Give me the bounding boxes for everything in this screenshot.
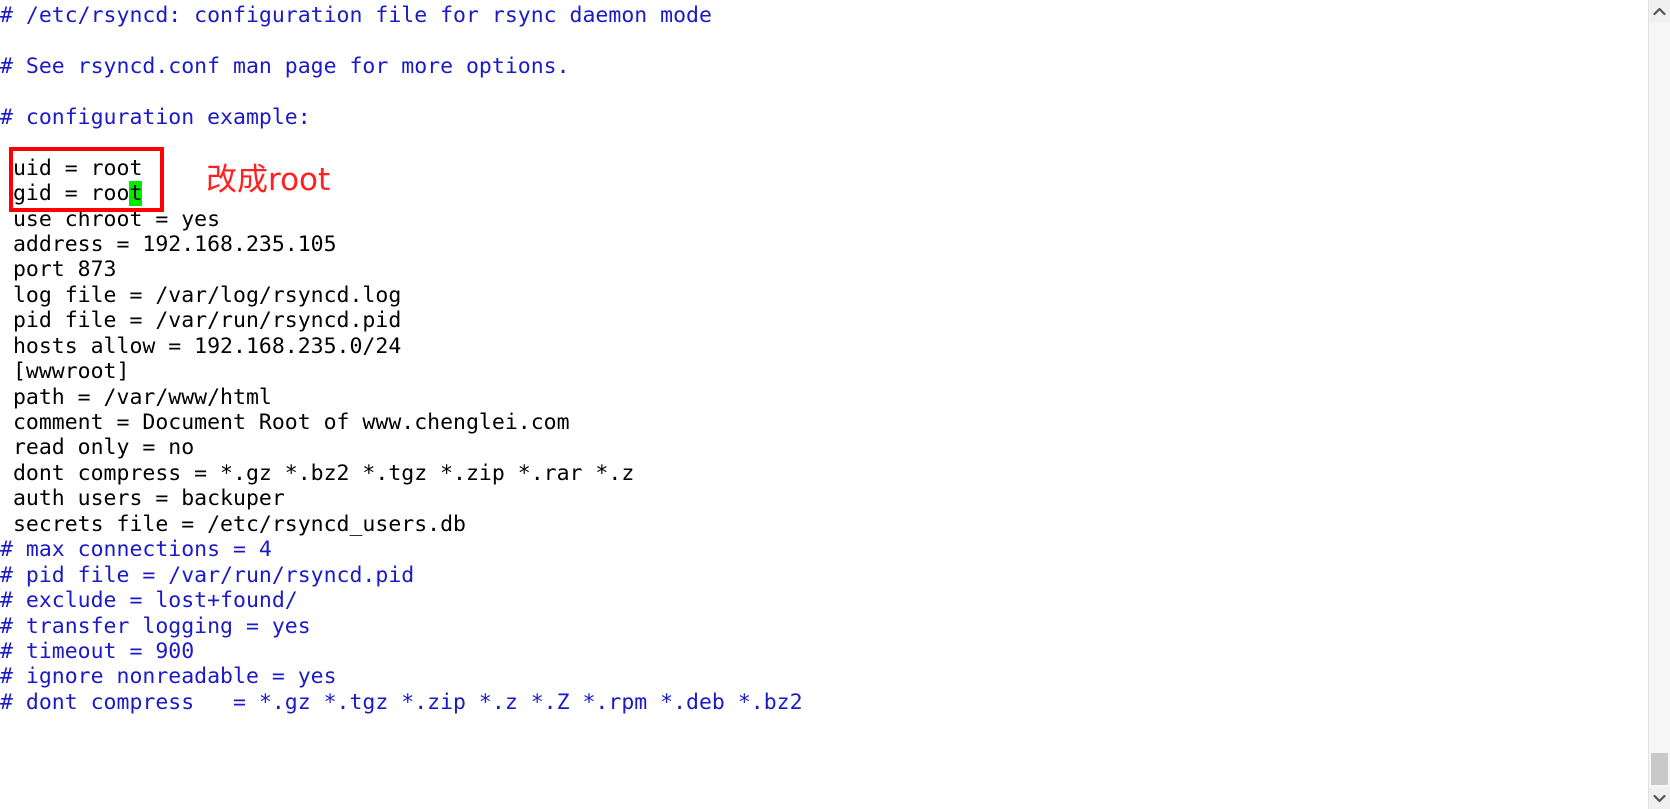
- text-cursor: t: [129, 181, 143, 207]
- chevron-up-icon[interactable]: [1649, 0, 1670, 22]
- code-line-text: gid = roo: [0, 181, 130, 207]
- text-editor-window: # /etc/rsyncd: configuration file for rs…: [0, 0, 1670, 809]
- code-line: # timeout = 900: [0, 638, 195, 664]
- code-line: # dont compress = *.gz *.tgz *.zip *.z *…: [0, 689, 803, 715]
- annotation-note-text: 改成root: [206, 162, 331, 198]
- code-line: log file = /var/log/rsyncd.log: [0, 282, 402, 308]
- code-line: # exclude = lost+found/: [0, 588, 298, 614]
- code-line: comment = Document Root of www.chenglei.…: [0, 410, 570, 435]
- code-line: # pid file = /var/run/rsyncd.pid: [0, 562, 415, 588]
- vertical-scrollbar[interactable]: [1648, 0, 1670, 809]
- code-line: [wwwroot]: [0, 359, 130, 385]
- code-line: secrets file = /etc/rsyncd_users.db: [0, 511, 466, 537]
- code-line: address = 192.168.235.105: [0, 231, 337, 257]
- code-line: auth users = backuper: [0, 486, 285, 512]
- code-line: # transfer logging = yes: [0, 613, 311, 639]
- scrollbar-track[interactable]: [1649, 22, 1670, 787]
- chevron-down-icon[interactable]: [1649, 787, 1670, 809]
- code-line: dont compress = *.gz *.bz2 *.tgz *.zip *…: [0, 460, 635, 486]
- code-line: port 873: [0, 257, 117, 283]
- code-line: path = /var/www/html: [0, 384, 272, 410]
- code-line: # See rsyncd.conf man page for more opti…: [0, 53, 570, 79]
- scrollbar-thumb[interactable]: [1651, 753, 1668, 785]
- config-file-content: # /etc/rsyncd: configuration file for rs…: [0, 3, 1640, 715]
- editor-text-area[interactable]: # /etc/rsyncd: configuration file for rs…: [0, 0, 1640, 809]
- code-line: hosts allow = 192.168.235.0/24: [0, 333, 402, 359]
- code-line: # ignore nonreadable = yes: [0, 664, 337, 690]
- code-line: pid file = /var/run/rsyncd.pid: [0, 308, 402, 334]
- code-line: use chroot = yes: [0, 206, 221, 232]
- code-line: read only = no: [0, 435, 195, 461]
- code-line: # configuration example:: [0, 104, 311, 130]
- code-line: # max connections = 4: [0, 537, 272, 563]
- code-line: # /etc/rsyncd: configuration file for rs…: [0, 3, 712, 28]
